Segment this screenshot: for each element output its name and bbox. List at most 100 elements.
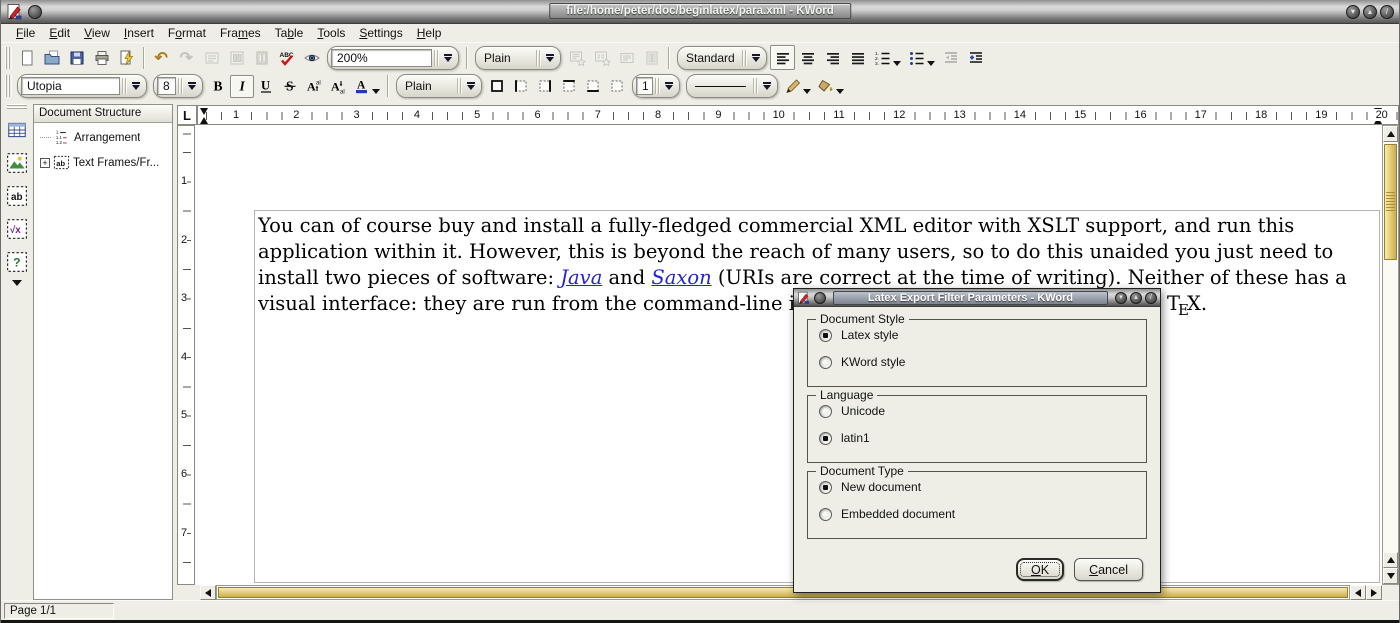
toolbar-handle[interactable] xyxy=(7,104,27,110)
ok-button[interactable]: OK xyxy=(1016,558,1064,581)
toolbar-extension-arrow[interactable] xyxy=(12,280,22,286)
radio-option[interactable]: KWord style xyxy=(808,350,1146,374)
align-right-button[interactable] xyxy=(820,45,845,70)
paragraph-style-combo[interactable]: Standard xyxy=(677,46,767,70)
scroll-right-button[interactable] xyxy=(1366,585,1382,600)
radio-option[interactable]: Latex style xyxy=(808,323,1146,347)
menu-format[interactable]: Format xyxy=(161,25,213,41)
save-document-button[interactable] xyxy=(64,45,89,70)
menu-tools[interactable]: Tools xyxy=(310,25,352,41)
radio-option[interactable]: Embedded document xyxy=(808,502,1146,526)
open-document-button[interactable] xyxy=(39,45,64,70)
insert-object-button[interactable]: ? xyxy=(4,249,30,275)
font-size-combo-dropdown-icon[interactable] xyxy=(185,82,199,90)
radio-option[interactable]: Unicode xyxy=(808,399,1146,423)
background-color-button[interactable] xyxy=(814,75,838,98)
radio-new-document[interactable] xyxy=(819,481,832,494)
radio-unicode[interactable] xyxy=(819,405,832,418)
horizontal-scroll-thumb[interactable] xyxy=(218,587,1348,598)
bullet-list-button[interactable] xyxy=(904,45,929,70)
font-size-combo[interactable]: 8 xyxy=(153,74,203,98)
border-top-button[interactable] xyxy=(557,75,581,98)
horizontal-ruler[interactable]: 1234567891011121314151617181920 xyxy=(197,105,1399,125)
bold-button[interactable]: B xyxy=(206,75,230,98)
scroll-up-button[interactable] xyxy=(1383,126,1398,142)
border-color-button[interactable] xyxy=(781,75,805,98)
italic-button[interactable]: I xyxy=(230,75,254,98)
titlebar[interactable]: file:/home/peter/doc/beginlatex/para.xml… xyxy=(1,0,1399,24)
numbered-list-dropdown-icon[interactable] xyxy=(893,61,901,66)
dialog-close-button[interactable]: / xyxy=(1145,292,1157,304)
font-family-combo-value[interactable]: Utopia xyxy=(21,77,120,95)
numbered-list-button[interactable]: 1.2.3. xyxy=(870,45,895,70)
menu-view[interactable]: View xyxy=(77,25,117,41)
hyperlink[interactable]: Saxon xyxy=(651,266,711,289)
scroll-left-button-2[interactable] xyxy=(1350,585,1366,600)
zoom-combo-value[interactable]: 200% xyxy=(331,49,432,67)
dialog-shade-button[interactable]: ▾ xyxy=(1115,292,1127,304)
sticky-button[interactable] xyxy=(28,5,42,19)
font-family-combo[interactable]: Utopia xyxy=(17,74,147,98)
table-style-combo-dropdown-icon[interactable] xyxy=(464,82,478,90)
vertical-scrollbar[interactable] xyxy=(1382,125,1399,585)
shade-button[interactable]: ▾ xyxy=(1346,5,1360,19)
scroll-up-button-2[interactable] xyxy=(1383,552,1398,568)
dialog-sticky-button[interactable] xyxy=(814,292,826,304)
new-document-button[interactable] xyxy=(14,45,39,70)
radio-latex-style[interactable] xyxy=(819,329,832,342)
border-none-button[interactable] xyxy=(605,75,629,98)
border-style-combo[interactable] xyxy=(686,74,778,98)
border-left-button[interactable] xyxy=(509,75,533,98)
radio-kword-style[interactable] xyxy=(819,356,832,369)
border-outline-button[interactable] xyxy=(485,75,509,98)
border-width-combo-value[interactable]: 1 xyxy=(636,77,653,95)
print-preview-button[interactable] xyxy=(114,45,139,70)
insert-formula-button[interactable]: √x xyxy=(4,216,30,242)
horizontal-scrollbar[interactable] xyxy=(177,585,1399,600)
autocorrect-button[interactable] xyxy=(299,45,324,70)
menu-settings[interactable]: Settings xyxy=(352,25,409,41)
dialog-titlebar[interactable]: Latex Export Filter Parameters - KWord ▾… xyxy=(794,289,1160,307)
table-style-combo[interactable]: Plain xyxy=(396,74,482,98)
superscript-button[interactable]: Aal xyxy=(302,75,326,98)
tree-item-0[interactable]: 1.1.11.2Arrangement xyxy=(40,129,170,146)
insert-table-button[interactable] xyxy=(4,117,30,143)
background-color-dropdown-icon[interactable] xyxy=(836,89,844,94)
vertical-scroll-track[interactable] xyxy=(1383,142,1398,552)
hyperlink[interactable]: Java xyxy=(560,266,602,289)
toolbar-handle[interactable] xyxy=(5,75,12,97)
zoom-combo-dropdown-icon[interactable] xyxy=(441,54,455,62)
frame-style-combo-dropdown-icon[interactable] xyxy=(543,54,557,62)
border-width-combo[interactable]: 1 xyxy=(632,74,680,98)
bullet-list-dropdown-icon[interactable] xyxy=(927,61,935,66)
horizontal-scroll-track[interactable] xyxy=(216,585,1350,600)
menu-file[interactable]: File xyxy=(9,25,42,41)
border-width-combo-dropdown-icon[interactable] xyxy=(662,82,676,90)
tree-expander[interactable]: + xyxy=(40,158,50,168)
menu-table[interactable]: Table xyxy=(268,25,311,41)
radio-option[interactable]: New document xyxy=(808,475,1146,499)
insert-picture-button[interactable] xyxy=(4,150,30,176)
align-left-button[interactable] xyxy=(770,45,795,70)
font-family-combo-dropdown-icon[interactable] xyxy=(129,82,143,90)
radio-option[interactable]: latin1 xyxy=(808,426,1146,450)
border-right-button[interactable] xyxy=(533,75,557,98)
vertical-scroll-thumb[interactable] xyxy=(1384,144,1397,260)
zoom-combo[interactable]: 200% xyxy=(327,46,459,70)
align-center-button[interactable] xyxy=(795,45,820,70)
paragraph-style-combo-dropdown-icon[interactable] xyxy=(749,54,763,62)
vertical-ruler[interactable]: 12345678 xyxy=(177,125,195,585)
insert-text-frame-button[interactable]: ab xyxy=(4,183,30,209)
scroll-left-button[interactable] xyxy=(200,585,216,600)
tab-type-corner[interactable]: L xyxy=(177,105,197,125)
frame-style-combo[interactable]: Plain xyxy=(475,46,561,70)
menu-frames[interactable]: Frames xyxy=(213,25,268,41)
border-style-combo-dropdown-icon[interactable] xyxy=(760,82,774,90)
menu-insert[interactable]: Insert xyxy=(117,25,161,41)
font-size-combo-value[interactable]: 8 xyxy=(157,77,176,95)
strikethrough-button[interactable]: S xyxy=(278,75,302,98)
print-button[interactable] xyxy=(89,45,114,70)
toolbar-handle[interactable] xyxy=(5,47,12,69)
left-indent-marker[interactable] xyxy=(200,108,209,124)
radio-latin1[interactable] xyxy=(819,432,832,445)
